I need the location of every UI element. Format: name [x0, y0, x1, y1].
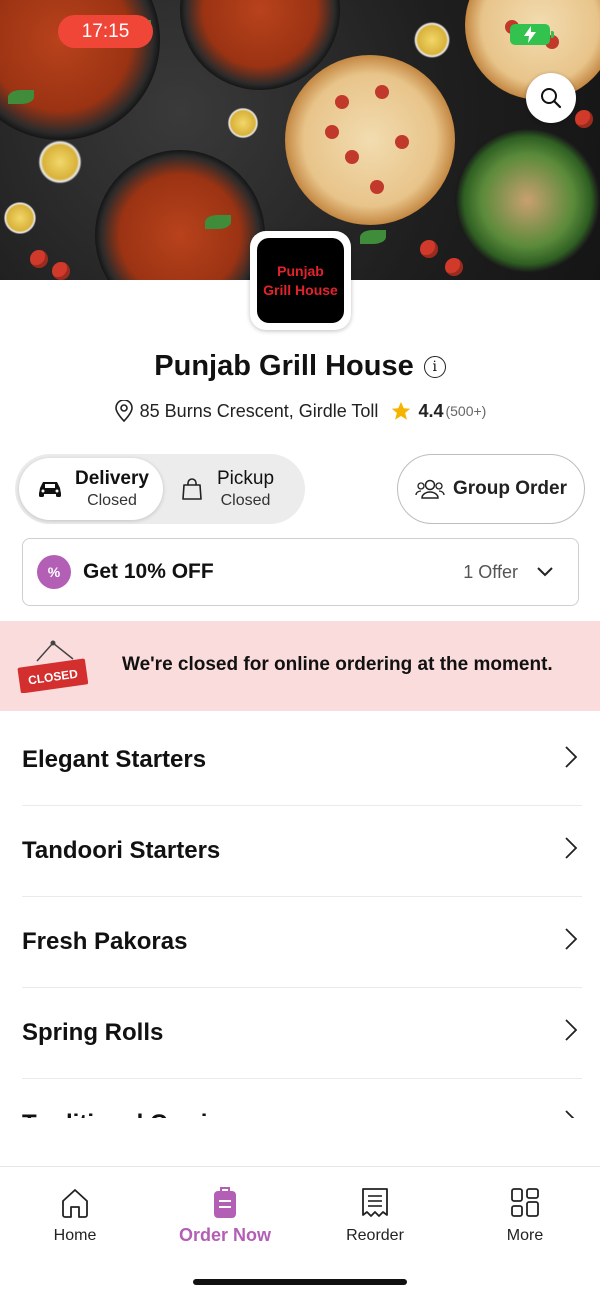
nav-more-label: More [506, 1227, 544, 1244]
chevron-right-icon [565, 746, 578, 768]
nav-reorder[interactable]: Reorder [300, 1187, 450, 1245]
pickup-label: Pickup [217, 468, 275, 489]
menu-category-list: Elegant Starters Tandoori Starters Fresh… [0, 715, 600, 1118]
logo-text-line2: Grill House [263, 281, 338, 298]
battery-charging-icon [510, 24, 554, 45]
closed-sign-icon: CLOSED [17, 640, 89, 693]
star-icon [392, 401, 411, 420]
chevron-right-icon [565, 1019, 578, 1041]
delivery-option[interactable]: Delivery Closed [19, 458, 163, 520]
restaurant-address: 85 Burns Crescent, Girdle Toll [139, 400, 379, 421]
category-item[interactable]: Tandoori Starters [22, 806, 582, 897]
shopping-bag-icon [175, 477, 209, 501]
offer-title: Get 10% OFF [83, 560, 214, 583]
category-label: Elegant Starters [22, 746, 207, 773]
nav-reorder-label: Reorder [346, 1227, 404, 1244]
logo-text-line1: Punjab [277, 262, 324, 279]
discount-badge-icon: % [37, 555, 71, 589]
car-icon [33, 479, 67, 499]
nav-order-now-label: Order Now [178, 1225, 271, 1245]
restaurant-title-row: Punjab Grill House i [0, 350, 600, 383]
offer-card[interactable]: % Get 10% OFF 1 Offer [22, 538, 579, 606]
closed-message: We're closed for online ordering at the … [122, 654, 553, 675]
info-icon[interactable]: i [423, 355, 446, 378]
rating-count: (500+) [445, 403, 487, 419]
search-button[interactable] [526, 73, 576, 123]
chevron-right-icon [565, 837, 578, 859]
category-label: Tandoori Starters [22, 837, 221, 864]
delivery-label: Delivery [75, 468, 149, 489]
offer-count: 1 Offer [463, 561, 518, 582]
location-pin-icon [114, 400, 133, 422]
receipt-icon [362, 1188, 388, 1217]
nav-more[interactable]: More [450, 1187, 600, 1245]
status-bar-time: 17:15 [58, 15, 153, 48]
category-label: Fresh Pakoras [22, 928, 188, 955]
pickup-status: Closed [220, 492, 271, 509]
restaurant-name: Punjab Grill House [154, 350, 414, 382]
search-icon [541, 88, 562, 109]
category-item[interactable]: Spring Rolls [22, 988, 582, 1079]
restaurant-logo: Punjab Grill House [250, 231, 351, 330]
group-order-label: Group Order [452, 478, 567, 499]
order-icon [214, 1187, 236, 1218]
nav-home[interactable]: Home [0, 1187, 150, 1245]
home-indicator[interactable] [193, 1279, 407, 1285]
delivery-status: Closed [87, 492, 137, 509]
grid-icon [511, 1188, 539, 1217]
rating-value: 4.4 [418, 400, 444, 421]
nav-home-label: Home [53, 1227, 97, 1244]
category-label: Spring Rolls [22, 1019, 164, 1046]
chevron-right-icon [565, 928, 578, 950]
chevron-down-icon[interactable] [536, 566, 554, 578]
group-users-icon [415, 479, 445, 499]
category-item[interactable]: Elegant Starters [22, 715, 582, 806]
category-item[interactable]: Traditional Curries [22, 1079, 582, 1118]
pickup-option[interactable]: Pickup Closed [161, 458, 305, 520]
chevron-right-icon [565, 1110, 575, 1118]
category-label: Traditional Curries [22, 1110, 234, 1118]
nav-order-now[interactable]: Order Now [150, 1187, 300, 1246]
closed-banner: CLOSED We're closed for online ordering … [0, 621, 600, 711]
category-item[interactable]: Fresh Pakoras [22, 897, 582, 988]
address-row: 85 Burns Crescent, Girdle Toll 4.4 (500+… [0, 400, 600, 422]
home-icon [62, 1189, 88, 1218]
group-order-button[interactable]: Group Order [397, 454, 585, 524]
order-mode-toggle: Delivery Closed Pickup Closed [15, 454, 305, 524]
